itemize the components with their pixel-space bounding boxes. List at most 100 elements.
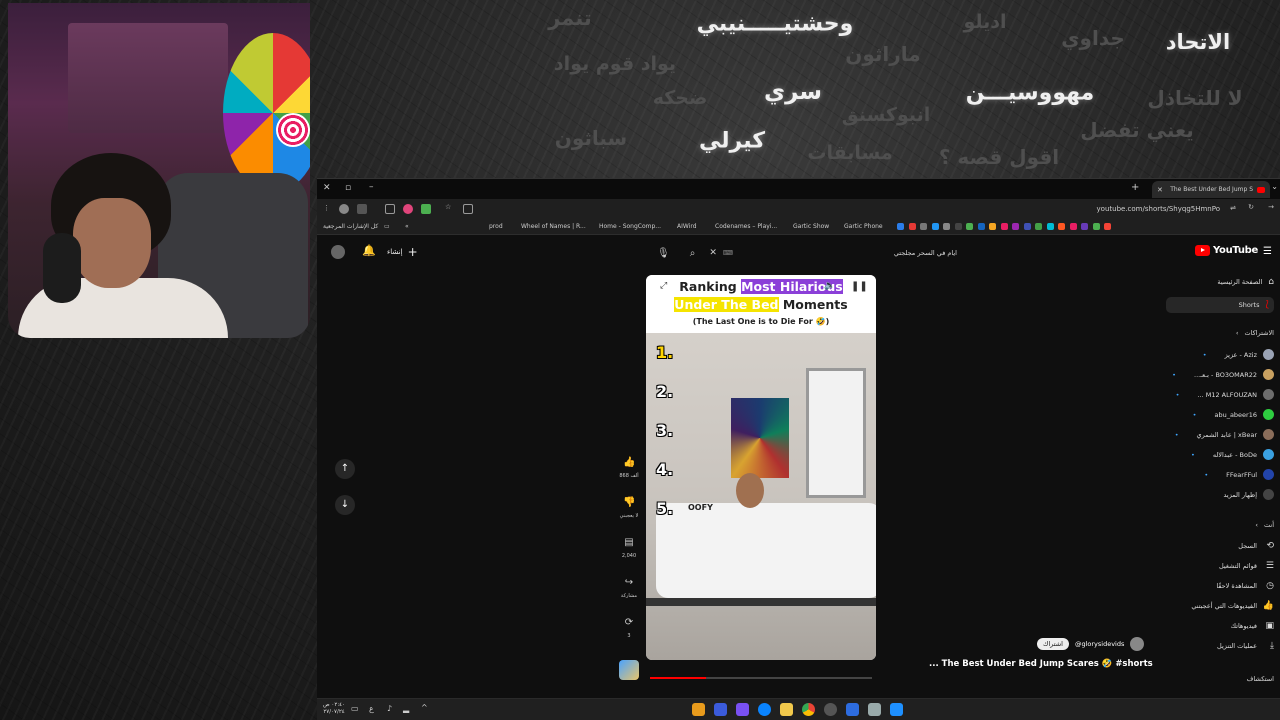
menu-icon[interactable]: ⋮	[323, 204, 330, 212]
bookmark-favicon-icon[interactable]	[966, 223, 973, 230]
you-header[interactable]: أنت ›	[1255, 521, 1274, 529]
tab-search-icon[interactable]: ⌄	[1271, 182, 1278, 191]
search-input[interactable]: ايام في السحر مجلجتي	[894, 249, 957, 257]
sidebar-item-home[interactable]: ⌂ الصفحة الرئيسية	[1217, 277, 1274, 287]
subscription-item[interactable]: FFearFFul •	[1204, 469, 1274, 480]
taskbar-app-icon[interactable]	[692, 703, 705, 716]
extension-pink-icon[interactable]	[403, 204, 413, 214]
taskbar-app-icon[interactable]	[846, 703, 859, 716]
bookmark-favicon-icon[interactable]	[954, 223, 962, 230]
voice-search-icon[interactable]: 🎙	[657, 248, 670, 259]
tab-youtube-shorts[interactable]: The Best Under Bed Jump S ✕	[1152, 181, 1270, 198]
taskbar-start-icon[interactable]	[890, 703, 903, 716]
you-item[interactable]: ◷ المشاهدة لاحقًا	[1216, 581, 1274, 591]
account-avatar[interactable]	[331, 245, 345, 259]
bookmark-favicon-icon[interactable]	[920, 223, 927, 230]
install-app-icon[interactable]	[463, 204, 473, 214]
bookmark-gartic-show[interactable]: Gartic Show	[793, 223, 829, 230]
bookmark-favicon-icon[interactable]	[1104, 223, 1111, 230]
speaker-icon[interactable]: ♪	[387, 704, 392, 713]
subscription-item[interactable]: BO3OMAR22 - بـعـ... •	[1172, 369, 1274, 380]
bookmark-favicon-icon[interactable]	[1046, 223, 1054, 230]
bookmark-favicon-icon[interactable]	[931, 223, 939, 230]
subscription-item[interactable]: xBear | عابد الشمري •	[1175, 429, 1274, 440]
channel-handle[interactable]: @glorysidevids	[1075, 640, 1124, 648]
taskbar-settings-icon[interactable]	[868, 703, 881, 716]
previous-short-button[interactable]: ↑	[335, 459, 355, 479]
reload-icon[interactable]: ↻	[1248, 203, 1254, 211]
video-progress-bar[interactable]	[650, 677, 872, 679]
channel-avatar[interactable]	[1130, 637, 1145, 651]
bookmark-star-icon[interactable]: ☆	[445, 203, 451, 211]
notification-icon[interactable]: ▭	[351, 704, 359, 713]
address-bar[interactable]: youtube.com/shorts/Shyqg5HmnPo	[1097, 205, 1220, 213]
subscription-item[interactable]: M12 ALFOUZAN ... •	[1176, 389, 1274, 400]
subscription-item[interactable]: BoDe - عبدالاله •	[1191, 449, 1274, 460]
clear-search-icon[interactable]: ✕	[709, 248, 717, 258]
notifications-bell-icon[interactable]: 🔔	[362, 244, 376, 257]
subscribe-button[interactable]: اشتراك	[1037, 638, 1069, 650]
bookmark-favicon-icon[interactable]	[1058, 223, 1065, 230]
minimize-window-icon[interactable]: –	[369, 182, 374, 192]
subscription-item[interactable]: إظهار المزيد	[1223, 489, 1274, 500]
youtube-logo[interactable]: YouTube	[1195, 245, 1258, 256]
comments-action[interactable]: ▤ 2,040	[617, 537, 641, 559]
pause-icon[interactable]: ❚❚	[851, 281, 868, 292]
site-info-icon[interactable]: ⇌	[1230, 204, 1236, 212]
clock-date[interactable]: ٢٧/٠٧/٢٤	[323, 709, 345, 716]
restore-window-icon[interactable]: ▫	[345, 183, 351, 193]
back-icon[interactable]: →	[1268, 203, 1274, 211]
bookmark-favicon-icon[interactable]	[1023, 223, 1031, 230]
bookmark-favicon-icon[interactable]	[943, 223, 950, 230]
taskbar-app-icon[interactable]	[714, 703, 727, 716]
bookmark-prod[interactable]: prod	[489, 223, 503, 230]
bookmark-favicon-icon[interactable]	[1092, 223, 1100, 230]
screenshot-icon[interactable]	[385, 204, 395, 214]
subscription-item[interactable]: abu_abeer16 •	[1193, 409, 1274, 420]
bookmark-favicon-icon[interactable]	[1012, 223, 1019, 230]
extension-green-icon[interactable]	[421, 204, 431, 214]
sidebar-item-shorts[interactable]: ⟆ Shorts	[1166, 297, 1274, 313]
bookmark-songcomp[interactable]: Home - SongComp...	[599, 223, 661, 230]
bookmark-favicon-icon[interactable]	[989, 223, 996, 230]
bookmark-favicon-icon[interactable]	[1081, 223, 1088, 230]
next-short-button[interactable]: ↓	[335, 495, 355, 515]
new-tab-icon[interactable]: +	[1131, 182, 1139, 193]
you-item[interactable]: ⟲ السجل	[1238, 541, 1274, 551]
bookmark-favicon-icon[interactable]	[1000, 223, 1008, 230]
bookmark-gartic-phone[interactable]: Gartic Phone	[844, 223, 883, 230]
subscription-item[interactable]: Aziz - عزيز •	[1203, 349, 1274, 360]
create-button[interactable]: إنشاء +	[387, 245, 418, 259]
bookmark-codenames[interactable]: Codenames – Playi...	[715, 223, 777, 230]
expand-icon[interactable]: ⤢	[660, 281, 667, 291]
remix-action[interactable]: ⟳ 3	[617, 617, 641, 639]
bookmark-all-bookmarks[interactable]: كل الإشارات المرجعية	[323, 223, 378, 230]
you-item[interactable]: ☰ قوائم التشغيل	[1219, 561, 1274, 571]
taskbar-discord-icon[interactable]	[736, 703, 749, 716]
shorts-video-player[interactable]: Ranking Most Hilarious Under The Bed Mom…	[646, 275, 876, 660]
bookmark-favicon-icon[interactable]	[1069, 223, 1077, 230]
taskbar-explorer-icon[interactable]	[780, 703, 793, 716]
language-indicator[interactable]: ع	[369, 704, 374, 713]
clock-time[interactable]: ٠٢:٤٠ ص	[323, 702, 345, 709]
taskbar-edge-icon[interactable]	[758, 703, 771, 716]
you-item[interactable]: ▣ فيديوهاتك	[1231, 621, 1274, 631]
share-action[interactable]: ↪ مشاركة	[617, 577, 641, 599]
bookmark-favicon-icon[interactable]	[897, 223, 904, 230]
taskbar-chrome-icon[interactable]	[802, 703, 815, 716]
network-icon[interactable]: ▂	[403, 704, 409, 713]
volume-icon[interactable]: 🔈	[824, 281, 835, 291]
bookmark-favicon-icon[interactable]	[1035, 223, 1042, 230]
search-icon[interactable]: ⌕	[690, 248, 696, 259]
keyboard-icon[interactable]: ⌨	[723, 249, 733, 257]
close-window-icon[interactable]: ✕	[323, 183, 331, 193]
chevron-left-icon[interactable]: «	[405, 223, 409, 230]
hamburger-menu-icon[interactable]: ☰	[1263, 246, 1272, 257]
you-item[interactable]: ⤓ عمليات التنزيل	[1217, 641, 1274, 651]
dislike-action[interactable]: 👎 لا يعجبني	[617, 497, 641, 519]
sound-thumbnail[interactable]	[619, 660, 639, 680]
profile-avatar-icon[interactable]	[339, 204, 349, 214]
like-action[interactable]: 👍 868 ألف	[617, 457, 641, 479]
taskbar-app-icon[interactable]	[824, 703, 837, 716]
bookmark-wheel-of-names[interactable]: Wheel of Names | R...	[521, 223, 586, 230]
